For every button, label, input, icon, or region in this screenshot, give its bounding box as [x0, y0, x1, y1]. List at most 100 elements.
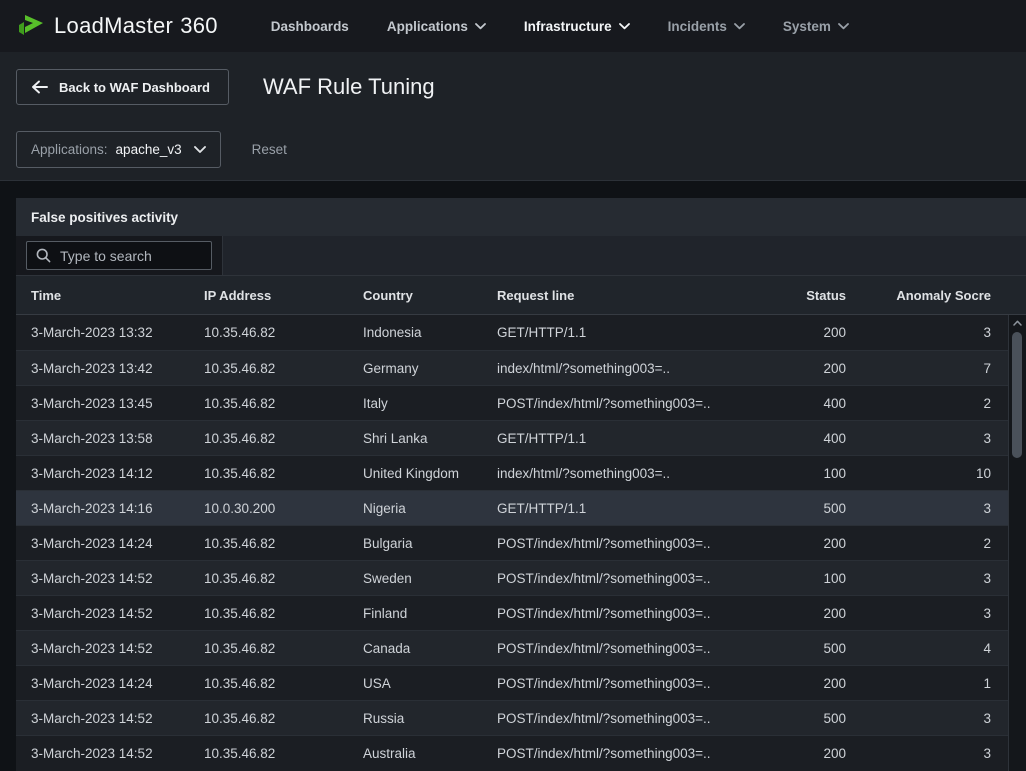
page-header: Back to WAF Dashboard WAF Rule Tuning Ap… [0, 52, 1026, 181]
nav-item-dashboards[interactable]: Dashboards [271, 19, 349, 34]
cell-status: 500 [720, 641, 846, 656]
table-row[interactable]: 3-March-2023 13:45 10.35.46.82 Italy POS… [16, 385, 1026, 420]
page-content: False positives activity Time IP Address… [0, 181, 1026, 771]
cell-ip-address: 10.0.30.200 [189, 501, 348, 516]
table-row[interactable]: 3-March-2023 14:16 10.0.30.200 Nigeria G… [16, 490, 1026, 525]
cell-ip-address: 10.35.46.82 [189, 361, 348, 376]
loadmaster-logo-icon [16, 12, 46, 40]
table-row[interactable]: 3-March-2023 14:24 10.35.46.82 Bulgaria … [16, 525, 1026, 560]
cell-status: 500 [720, 501, 846, 516]
cell-status: 100 [720, 571, 846, 586]
cell-anomaly-score: 2 [846, 536, 1008, 551]
cell-country: Canada [348, 641, 482, 656]
table-row[interactable]: 3-March-2023 14:24 10.35.46.82 USA POST/… [16, 665, 1026, 700]
panel-title: False positives activity [16, 198, 1026, 236]
cell-anomaly-score: 3 [846, 711, 1008, 726]
nav-item-applications[interactable]: Applications [387, 19, 486, 34]
table-rows: 3-March-2023 13:32 10.35.46.82 Indonesia… [16, 315, 1026, 770]
cell-status: 400 [720, 396, 846, 411]
cell-ip-address: 10.35.46.82 [189, 711, 348, 726]
cell-request-line: POST/index/html/?something003=.. [482, 606, 720, 621]
table-row[interactable]: 3-March-2023 14:52 10.35.46.82 Sweden PO… [16, 560, 1026, 595]
column-header-country[interactable]: Country [348, 288, 482, 303]
cell-country: Australia [348, 746, 482, 761]
cell-status: 200 [720, 676, 846, 691]
cell-status: 100 [720, 466, 846, 481]
chevron-down-icon [838, 23, 849, 30]
cell-status: 200 [720, 361, 846, 376]
table-toolbar [16, 236, 1026, 276]
scroll-up-button[interactable] [1009, 315, 1026, 330]
chevron-down-icon [619, 23, 630, 30]
reset-filters-link[interactable]: Reset [252, 142, 287, 157]
nav-item-system[interactable]: System [783, 19, 849, 34]
cell-time: 3-March-2023 13:32 [16, 325, 189, 340]
page-title: WAF Rule Tuning [263, 74, 435, 100]
cell-request-line: POST/index/html/?something003=.. [482, 641, 720, 656]
cell-ip-address: 10.35.46.82 [189, 746, 348, 761]
cell-request-line: GET/HTTP/1.1 [482, 431, 720, 446]
cell-time: 3-March-2023 14:24 [16, 676, 189, 691]
table-row[interactable]: 3-March-2023 13:32 10.35.46.82 Indonesia… [16, 315, 1026, 350]
applications-filter-dropdown[interactable]: Applications: apache_v3 [16, 131, 221, 168]
table-row[interactable]: 3-March-2023 14:52 10.35.46.82 Australia… [16, 735, 1026, 770]
cell-ip-address: 10.35.46.82 [189, 536, 348, 551]
cell-time: 3-March-2023 14:24 [16, 536, 189, 551]
table-row[interactable]: 3-March-2023 13:58 10.35.46.82 Shri Lank… [16, 420, 1026, 455]
cell-anomaly-score: 2 [846, 396, 1008, 411]
cell-anomaly-score: 4 [846, 641, 1008, 656]
column-header-request-line[interactable]: Request line [482, 288, 720, 303]
table-row[interactable]: 3-March-2023 14:12 10.35.46.82 United Ki… [16, 455, 1026, 490]
cell-time: 3-March-2023 14:16 [16, 501, 189, 516]
search-icon [36, 248, 51, 263]
cell-ip-address: 10.35.46.82 [189, 606, 348, 621]
search-input[interactable] [60, 248, 190, 264]
nav-item-incidents[interactable]: Incidents [668, 19, 745, 34]
cell-request-line: POST/index/html/?something003=.. [482, 536, 720, 551]
table-row[interactable]: 3-March-2023 13:42 10.35.46.82 Germany i… [16, 350, 1026, 385]
table-body: 3-March-2023 13:32 10.35.46.82 Indonesia… [16, 315, 1026, 771]
search-cell [16, 236, 223, 275]
table-row[interactable]: 3-March-2023 14:52 10.35.46.82 Canada PO… [16, 630, 1026, 665]
cell-time: 3-March-2023 13:58 [16, 431, 189, 446]
cell-status: 500 [720, 711, 846, 726]
cell-anomaly-score: 3 [846, 501, 1008, 516]
cell-country: Nigeria [348, 501, 482, 516]
cell-request-line: GET/HTTP/1.1 [482, 501, 720, 516]
cell-country: Finland [348, 606, 482, 621]
brand-name: LoadMaster360 [54, 13, 218, 39]
cell-anomaly-score: 7 [846, 361, 1008, 376]
table-row[interactable]: 3-March-2023 14:52 10.35.46.82 Russia PO… [16, 700, 1026, 735]
chevron-down-icon [475, 23, 486, 30]
back-to-waf-dashboard-button[interactable]: Back to WAF Dashboard [16, 69, 229, 105]
cell-request-line: POST/index/html/?something003=.. [482, 571, 720, 586]
cell-country: Italy [348, 396, 482, 411]
column-header-status[interactable]: Status [720, 288, 846, 303]
cell-ip-address: 10.35.46.82 [189, 431, 348, 446]
column-header-ip-address[interactable]: IP Address [189, 288, 348, 303]
cell-ip-address: 10.35.46.82 [189, 396, 348, 411]
cell-country: Sweden [348, 571, 482, 586]
cell-country: USA [348, 676, 482, 691]
top-nav-bar: LoadMaster360 Dashboards Applications In… [0, 0, 1026, 52]
app-logo[interactable]: LoadMaster360 [16, 12, 218, 40]
cell-country: Indonesia [348, 325, 482, 340]
column-header-anomaly-score[interactable]: Anomaly Socre [846, 288, 1008, 303]
main-menu: Dashboards Applications Infrastructure I… [252, 19, 868, 34]
cell-request-line: POST/index/html/?something003=.. [482, 746, 720, 761]
cell-anomaly-score: 3 [846, 325, 1008, 340]
cell-request-line: index/html/?something003=.. [482, 466, 720, 481]
cell-ip-address: 10.35.46.82 [189, 466, 348, 481]
column-header-time[interactable]: Time [16, 288, 189, 303]
search-box[interactable] [26, 241, 212, 270]
table-row[interactable]: 3-March-2023 14:52 10.35.46.82 Finland P… [16, 595, 1026, 630]
arrow-left-icon [31, 80, 48, 94]
chevron-down-icon [734, 23, 745, 30]
nav-item-infrastructure[interactable]: Infrastructure [524, 19, 630, 34]
cell-ip-address: 10.35.46.82 [189, 571, 348, 586]
cell-time: 3-March-2023 13:42 [16, 361, 189, 376]
vertical-scrollbar[interactable] [1008, 315, 1026, 771]
scrollbar-thumb[interactable] [1012, 332, 1022, 458]
toolbar-spacer [223, 236, 1026, 275]
chevron-up-icon [1013, 320, 1022, 326]
